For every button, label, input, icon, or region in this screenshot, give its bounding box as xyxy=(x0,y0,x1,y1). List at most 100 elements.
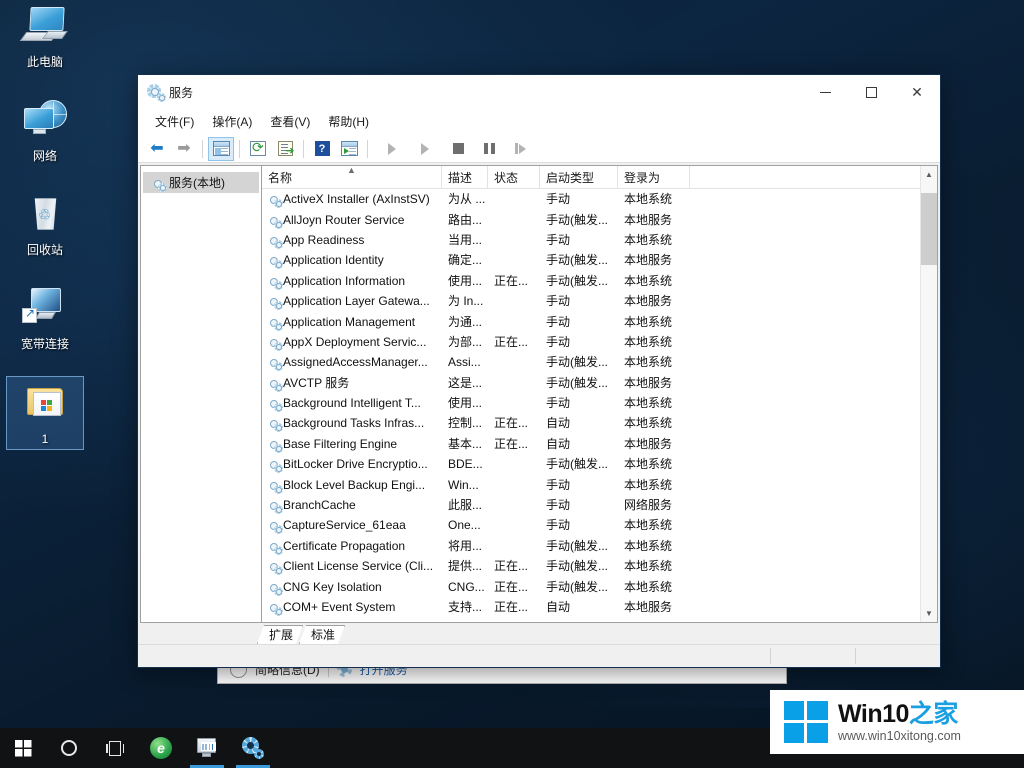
service-description-cell: 为部... xyxy=(448,334,483,349)
service-row[interactable]: Background Intelligent T... 使用... 手动 本地系统 xyxy=(262,393,937,413)
scrollbar-thumb[interactable] xyxy=(921,193,937,265)
service-row[interactable]: Background Tasks Infras... 控制... 正在... 自动 本地… xyxy=(262,413,937,433)
service-log-on-as-cell: 本地系统 xyxy=(624,477,673,492)
start-button[interactable] xyxy=(0,728,46,768)
service-row[interactable]: AVCTP 服务 这是... 手动(触发... 本地服务 xyxy=(262,373,937,393)
service-row[interactable]: Block Level Backup Engi... Win... 手动 本地系统 xyxy=(262,474,937,494)
service-name-label: CaptureService_61eaa xyxy=(283,518,406,533)
vertical-scrollbar[interactable]: ▲ ▼ xyxy=(920,166,937,622)
start-service-button[interactable] xyxy=(379,137,405,161)
service-row[interactable]: Application Management 为通... 手动 本地系统 xyxy=(262,311,937,331)
service-row[interactable]: BranchCache 此服... 手动 网络服务 xyxy=(262,495,937,515)
service-name-label: AssignedAccessManager... xyxy=(283,355,428,370)
service-name-cell: Client License Service (Cli... xyxy=(262,556,442,576)
taskbar-services-button[interactable] xyxy=(230,728,276,768)
resume-service-button[interactable] xyxy=(412,137,438,161)
tree-item-services-local[interactable]: 服务(本地) xyxy=(143,172,259,193)
scroll-up-arrow-icon[interactable]: ▲ xyxy=(921,166,937,183)
service-startup-type-cell: 手动(触发... xyxy=(546,375,608,390)
service-row[interactable]: AppX Deployment Servic... 为部... 正在... 手动 本地系… xyxy=(262,332,937,352)
service-row[interactable]: Base Filtering Engine 基本... 正在... 自动 本地服务 xyxy=(262,434,937,454)
service-row[interactable]: COM+ Event System 支持... 正在... 自动 本地服务 xyxy=(262,597,937,617)
status-bar-segment xyxy=(855,648,940,664)
pause-service-button[interactable] xyxy=(476,137,502,161)
column-header-name[interactable]: ▲ 名称 xyxy=(262,166,442,189)
service-status-cell xyxy=(488,454,540,474)
show-action-pane-button[interactable] xyxy=(336,137,362,161)
service-status-cell xyxy=(488,536,540,556)
service-description-cell: 基本... xyxy=(448,436,483,451)
scrollbar-track[interactable] xyxy=(921,183,937,605)
service-log-on-as-cell: 本地系统 xyxy=(624,273,673,288)
column-header-status[interactable]: 状态 xyxy=(488,166,540,189)
service-row[interactable]: AssignedAccessManager... Assi... 手动(触发... 本… xyxy=(262,352,937,372)
service-row[interactable]: Client License Service (Cli... 提供... 正在...… xyxy=(262,556,937,576)
services-app-icon xyxy=(147,84,166,102)
maximize-button[interactable] xyxy=(848,75,894,109)
taskbar-browser-button[interactable]: e xyxy=(138,728,184,768)
service-row[interactable]: CNG Key Isolation CNG... 正在... 手动(触发... 本地系统 xyxy=(262,576,937,596)
service-status-cell: 正在... xyxy=(494,600,529,614)
column-header-description[interactable]: 描述 xyxy=(442,166,488,189)
cortana-search-button[interactable] xyxy=(46,728,92,768)
service-log-on-as-cell: 本地系统 xyxy=(624,232,673,247)
desktop-icon-this-pc[interactable]: 此电脑 xyxy=(6,0,84,72)
service-row[interactable]: App Readiness 当用... 手动 本地系统 xyxy=(262,230,937,250)
service-gear-icon xyxy=(266,396,283,413)
window-titlebar[interactable]: 服务 ✕ xyxy=(138,75,940,109)
column-header-startup-type[interactable]: 启动类型 xyxy=(540,166,618,189)
tab-extended[interactable]: 扩展 xyxy=(257,625,303,644)
service-row[interactable]: BitLocker Drive Encryptio... BDE... 手动(触发.… xyxy=(262,454,937,474)
column-header-log-on-as[interactable]: 登录为 xyxy=(618,166,690,189)
show-hide-console-tree-button[interactable] xyxy=(208,136,234,161)
service-startup-type-cell: 手动 xyxy=(546,477,571,492)
desktop-icon-folder-1[interactable]: 1 xyxy=(6,376,84,450)
service-log-on-as-cell: 本地系统 xyxy=(624,457,673,472)
task-view-button[interactable] xyxy=(92,728,138,768)
back-button[interactable]: ⬅ xyxy=(144,137,170,161)
service-name-label: AllJoyn Router Service xyxy=(283,212,405,227)
service-name-label: AppX Deployment Servic... xyxy=(283,334,427,349)
service-row[interactable]: Certificate Propagation 将用... 手动(触发... 本地系统 xyxy=(262,536,937,556)
service-name-cell: Application Layer Gatewa... xyxy=(262,291,442,311)
desktop-icon-broadband[interactable]: 宽带连接 xyxy=(6,282,84,354)
menu-help[interactable]: 帮助(H) xyxy=(319,111,378,133)
watermark-title: Win10之家 xyxy=(838,700,961,728)
desktop[interactable]: 此电脑 网络 ♲ 回收站 宽带连接 1 xyxy=(0,0,1024,768)
service-gear-icon xyxy=(266,498,283,515)
service-row[interactable]: Application Identity 确定... 手动(触发... 本地服务 xyxy=(262,250,937,270)
close-button[interactable]: ✕ xyxy=(894,75,940,109)
windows-logo-icon xyxy=(14,739,32,757)
service-row[interactable]: AllJoyn Router Service 路由... 手动(触发... 本地服务 xyxy=(262,209,937,229)
export-list-button[interactable] xyxy=(272,137,298,161)
forward-button[interactable]: ➡ xyxy=(171,137,197,161)
menu-action[interactable]: 操作(A) xyxy=(203,111,261,133)
tree-item-label: 服务(本地) xyxy=(169,176,225,190)
help-button[interactable]: ? xyxy=(309,137,335,161)
menu-view[interactable]: 查看(V) xyxy=(261,111,319,133)
this-pc-icon xyxy=(19,4,69,50)
services-list-pane[interactable]: ▲ 名称 描述 状态 启动类型 登录为 ActiveX Installer (A… xyxy=(261,165,938,623)
service-row[interactable]: ActiveX Installer (AxInstSV) 为从 ... 手动 本地系统 xyxy=(262,189,937,209)
desktop-icon-recycle-bin[interactable]: ♲ 回收站 xyxy=(6,188,84,260)
scroll-down-arrow-icon[interactable]: ▼ xyxy=(921,605,937,622)
desktop-icon-network[interactable]: 网络 xyxy=(6,94,84,166)
menu-file[interactable]: 文件(F) xyxy=(146,111,203,133)
service-name-label: COM+ Event System xyxy=(283,600,396,614)
stop-service-button[interactable] xyxy=(445,137,471,161)
console-tree-pane[interactable]: 服务(本地) xyxy=(140,165,261,623)
minimize-button[interactable] xyxy=(802,75,848,109)
services-list-body[interactable]: ActiveX Installer (AxInstSV) 为从 ... 手动 本地系统… xyxy=(262,189,937,622)
service-row[interactable]: Application Information 使用... 正在... 手动(触发..… xyxy=(262,271,937,291)
tab-standard[interactable]: 标准 xyxy=(299,625,345,644)
taskbar-task-manager-button[interactable] xyxy=(184,728,230,768)
toolbar-divider xyxy=(367,139,368,158)
service-status-cell xyxy=(488,210,540,230)
restart-service-button[interactable] xyxy=(507,137,533,161)
service-row[interactable]: Application Layer Gatewa... 为 In... 手动 本地服务 xyxy=(262,291,937,311)
refresh-button[interactable] xyxy=(245,137,271,161)
service-status-cell: 正在... xyxy=(494,579,529,594)
service-row[interactable]: CaptureService_61eaa One... 手动 本地系统 xyxy=(262,515,937,535)
services-window[interactable]: 服务 ✕ 文件(F) 操作(A) 查看(V) 帮助(H) ⬅ ➡ ⟳ ➜ ? 服… xyxy=(137,74,941,668)
service-log-on-as-cell: 本地系统 xyxy=(624,579,673,594)
